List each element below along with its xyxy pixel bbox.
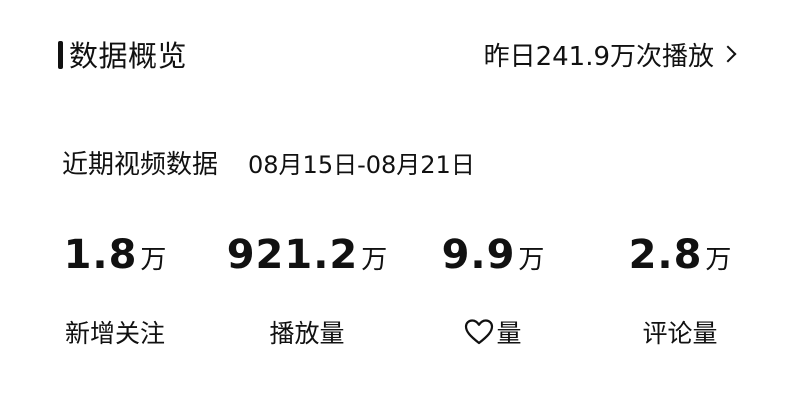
stat-comments[interactable]: 2.8 万 评论量 (585, 232, 775, 362)
stat-unit: 万 (140, 245, 167, 275)
stat-value: 921.2 万 (212, 232, 402, 294)
stat-value: 2.8 万 (585, 232, 775, 294)
stat-new-followers[interactable]: 1.8 万 新增关注 (20, 232, 210, 362)
stat-likes[interactable]: 9.9 万 量 (398, 232, 588, 362)
overview-header: 数据概览 昨日241.9万次播放 (0, 0, 800, 110)
stat-label: 评论量 (585, 312, 775, 352)
stat-number: 1.8 (63, 232, 138, 278)
period-label: 近期视频数据 (62, 149, 219, 180)
stat-label-text: 量 (496, 319, 522, 348)
heart-icon (465, 319, 494, 345)
stat-plays[interactable]: 921.2 万 播放量 (212, 232, 402, 362)
stat-unit: 万 (705, 245, 732, 275)
page-title: 数据概览 (69, 39, 188, 73)
stat-label-text: 评论量 (642, 319, 718, 348)
title-accent-bar (58, 41, 63, 69)
stat-label: 新增关注 (20, 312, 210, 352)
recent-period: 近期视频数据 08月15日-08月21日 (62, 140, 475, 184)
yesterday-plays-text: 昨日241.9万次播放 (483, 41, 714, 72)
stat-label: 播放量 (212, 312, 402, 352)
stat-label-text: 播放量 (269, 319, 345, 348)
stat-number: 921.2 (226, 232, 359, 278)
title-group: 数据概览 (58, 34, 187, 74)
stat-label-text: 新增关注 (64, 319, 165, 348)
stat-value: 9.9 万 (398, 232, 588, 294)
period-date-range: 08月15日-08月21日 (248, 150, 475, 179)
chevron-right-icon (719, 45, 737, 63)
stat-unit: 万 (518, 245, 545, 275)
stat-value: 1.8 万 (20, 232, 210, 294)
stat-number: 9.9 (441, 232, 516, 278)
stats-row: 1.8 万 新增关注 921.2 万 播放量 9.9 万 量 2.8 万 评论量 (0, 232, 800, 362)
yesterday-plays-link[interactable]: 昨日241.9万次播放 (484, 34, 738, 74)
stat-number: 2.8 (628, 232, 703, 278)
stat-unit: 万 (361, 245, 388, 275)
stat-label: 量 (398, 312, 588, 352)
